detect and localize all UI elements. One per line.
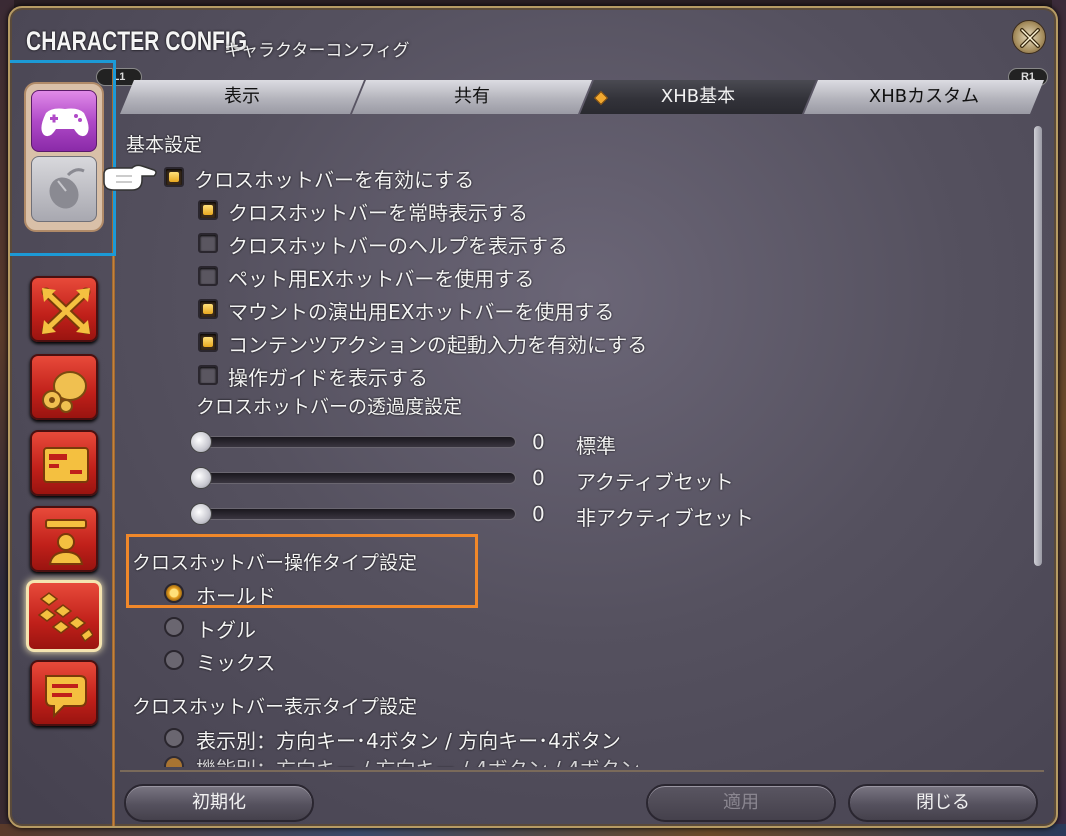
tab-shared[interactable]: 共有 xyxy=(352,80,592,114)
title-bar: CHARACTER CONFIG キャラクターコンフィグ xyxy=(10,8,1056,68)
slider-standard-track[interactable] xyxy=(192,436,516,448)
display-option-by-function[interactable]: 機能別：方向キー / 方向キー / 4ボタン / 4ボタン xyxy=(164,753,640,767)
slider-active-track[interactable] xyxy=(192,472,516,484)
show-help-label: クロスホットバーのヘルプを表示する xyxy=(228,234,568,258)
operation-type-highlight xyxy=(126,534,478,608)
slider-standard-value: 0 xyxy=(532,430,545,454)
transparency-header: クロスホットバーの透過度設定 xyxy=(196,396,463,418)
display-type-header: クロスホットバー表示タイプ設定 xyxy=(132,696,418,718)
enable-xhb-label: クロスホットバーを有効にする xyxy=(194,168,475,192)
sidebar-button-hotbar[interactable] xyxy=(26,580,102,652)
cross-arrows-icon xyxy=(41,287,91,335)
mix-radio[interactable] xyxy=(164,650,184,670)
slider-active-value: 0 xyxy=(532,466,545,490)
window-subtitle: キャラクターコンフィグ xyxy=(224,41,410,61)
slider-inactive-value: 0 xyxy=(532,502,545,526)
tab-xhb-basic-label: XHB基本 xyxy=(660,86,736,107)
close-button[interactable]: 閉じる xyxy=(848,784,1038,822)
content-action-checkbox[interactable] xyxy=(198,332,218,352)
option-content-action[interactable]: コンテンツアクションの起動入力を有効にする xyxy=(198,329,647,358)
character-icon xyxy=(45,519,87,565)
tab-bar: 表示 共有 XHB基本 XHBカスタム xyxy=(120,76,1044,116)
character-config-window: CHARACTER CONFIG キャラクターコンフィグ L1 R1 表示 共有… xyxy=(8,6,1058,828)
input-mode-highlight xyxy=(10,60,116,256)
reset-button[interactable]: 初期化 xyxy=(124,784,314,822)
operation-toggle-option[interactable]: トグル xyxy=(164,614,256,643)
card-icon xyxy=(43,447,89,483)
by-function-label: 機能別：方向キー / 方向キー / 4ボタン / 4ボタン xyxy=(196,757,640,767)
operation-mix-option[interactable]: ミックス xyxy=(164,647,275,676)
slider-inactive-track[interactable] xyxy=(192,508,516,520)
slider-active-knob[interactable] xyxy=(190,467,212,489)
mount-ex-hotbar-label: マウントの演出用EXホットバーを使用する xyxy=(228,300,615,324)
sidebar-button-chat[interactable] xyxy=(30,660,98,726)
tab-display[interactable]: 表示 xyxy=(120,80,364,114)
operation-guide-label: 操作ガイドを表示する xyxy=(228,366,428,390)
content-action-label: コンテンツアクションの起動入力を有効にする xyxy=(228,333,648,357)
mix-label: ミックス xyxy=(196,651,276,675)
show-help-checkbox[interactable] xyxy=(198,233,218,253)
chat-icon xyxy=(45,675,87,719)
slider-inactive-knob[interactable] xyxy=(190,503,212,525)
content-scrollbar[interactable] xyxy=(1034,126,1042,566)
enable-xhb-checkbox[interactable] xyxy=(164,167,184,187)
option-pet-ex-hotbar[interactable]: ペット用EXホットバーを使用する xyxy=(198,263,534,292)
tab-xhb-custom[interactable]: XHBカスタム xyxy=(804,80,1044,114)
slider-inactive-label: 非アクティブセット xyxy=(576,506,754,530)
option-mount-ex-hotbar[interactable]: マウントの演出用EXホットバーを使用する xyxy=(198,296,614,325)
pet-ex-hotbar-label: ペット用EXホットバーを使用する xyxy=(228,267,535,291)
sidebar-button-bag-gears[interactable] xyxy=(30,354,98,420)
always-show-label: クロスホットバーを常時表示する xyxy=(228,201,528,225)
mount-ex-hotbar-checkbox[interactable] xyxy=(198,299,218,319)
close-icon xyxy=(1020,28,1040,48)
by-display-radio[interactable] xyxy=(164,728,184,748)
option-show-help[interactable]: クロスホットバーのヘルプを表示する xyxy=(198,230,568,259)
operation-guide-checkbox[interactable] xyxy=(198,365,218,385)
sidebar-button-cross-arrows[interactable] xyxy=(30,276,98,342)
active-tab-marker-icon xyxy=(594,91,608,105)
sidebar-button-character[interactable] xyxy=(30,506,98,572)
window-title: CHARACTER CONFIG xyxy=(26,26,248,56)
hotbar-icon xyxy=(37,592,93,643)
sidebar-button-card[interactable] xyxy=(30,430,98,496)
option-always-show[interactable]: クロスホットバーを常時表示する xyxy=(198,197,528,226)
apply-button[interactable]: 適用 xyxy=(646,784,836,822)
toggle-label: トグル xyxy=(196,618,256,642)
enable-xhb-option[interactable]: クロスホットバーを有効にする xyxy=(164,164,474,193)
by-function-radio[interactable] xyxy=(164,756,184,767)
slider-active-label: アクティブセット xyxy=(576,470,734,494)
tab-xhb-basic[interactable]: XHB基本 xyxy=(580,80,816,114)
toggle-radio[interactable] xyxy=(164,617,184,637)
always-show-checkbox[interactable] xyxy=(198,200,218,220)
display-option-by-display[interactable]: 表示別：方向キー･4ボタン / 方向キー･4ボタン xyxy=(164,725,621,754)
basic-settings-header: 基本設定 xyxy=(126,134,203,156)
by-display-label: 表示別：方向キー･4ボタン / 方向キー･4ボタン xyxy=(196,729,621,753)
bag-gears-icon xyxy=(42,371,87,413)
pet-ex-hotbar-checkbox[interactable] xyxy=(198,266,218,286)
slider-standard-knob[interactable] xyxy=(190,431,212,453)
close-window-button[interactable] xyxy=(1012,20,1046,54)
option-operation-guide[interactable]: 操作ガイドを表示する xyxy=(198,362,428,391)
slider-standard-label: 標準 xyxy=(576,434,616,458)
footer-bar: 初期化 適用 閉じる xyxy=(120,770,1044,824)
settings-content: 基本設定 クロスホットバーを有効にする クロスホットバーを常時表示する クロスホ… xyxy=(122,120,1032,767)
